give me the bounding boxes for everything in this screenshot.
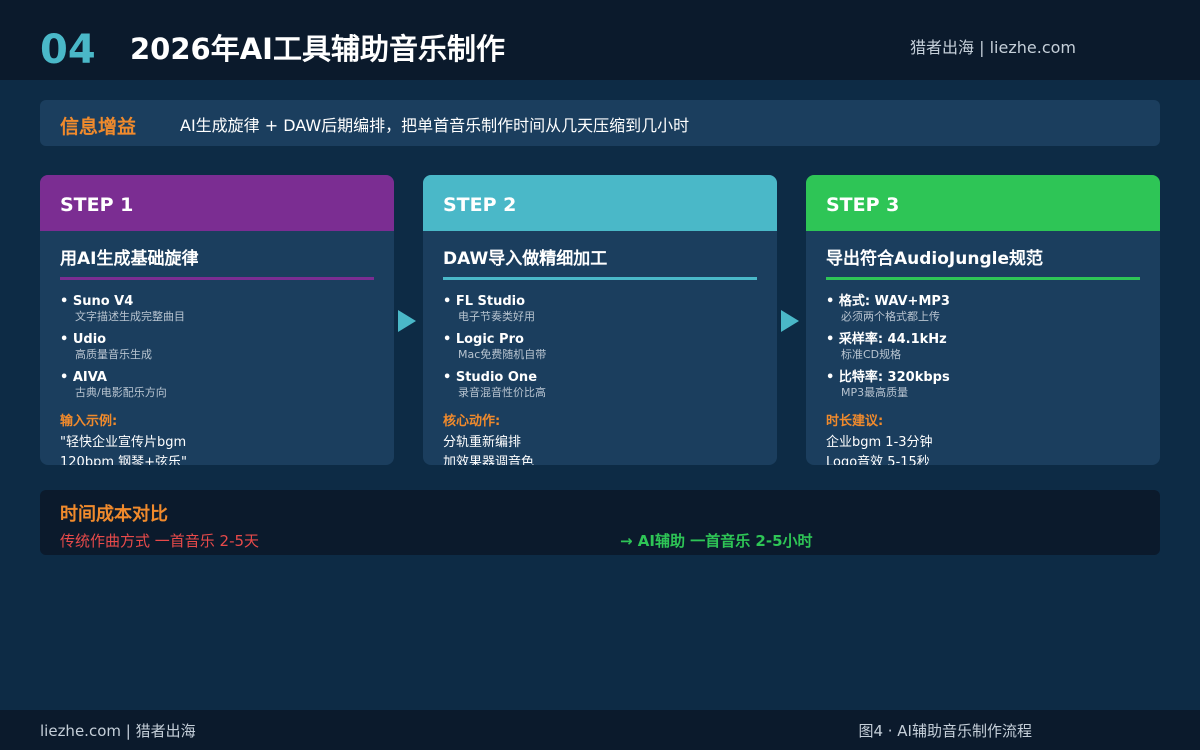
section-note: 分轨重新编排 加效果器调音色 [443, 433, 534, 465]
step-card-2: STEP 2 DAW导入做精细加工 • FL Studio 电子节奏类好用 • … [423, 175, 777, 465]
traditional-cost: 传统作曲方式 一首音乐 2-5天 [60, 532, 260, 550]
tool-name: • Studio One [443, 370, 538, 385]
info-gain-label: 信息增益 [60, 116, 137, 138]
flow-arrow-icon [781, 310, 799, 332]
step-title: DAW导入做精细加工 [443, 249, 608, 269]
step-header: STEP 2 [423, 175, 777, 231]
step-label: STEP 3 [826, 194, 900, 216]
divider [443, 277, 757, 280]
tool-desc: 电子节奏类好用 [458, 310, 535, 323]
section-note: "轻快企业宣传片bgm 120bpm 钢琴+弦乐" [60, 433, 187, 465]
step-title: 用AI生成基础旋律 [60, 249, 199, 269]
tool-desc: 高质量音乐生成 [75, 348, 152, 361]
spec-name: • 采样率: 44.1kHz [826, 332, 947, 347]
tool-desc: Mac免费随机自带 [458, 348, 547, 361]
info-gain-bar: 信息增益 AI生成旋律 + DAW后期编排，把单首音乐制作时间从几天压缩到几小时 [40, 100, 1160, 146]
note-line: 加效果器调音色 [443, 455, 535, 465]
footer-brand: liezhe.com | 猎者出海 [40, 722, 196, 740]
step-label: STEP 2 [443, 194, 517, 216]
tool-desc: 古典/电影配乐方向 [75, 386, 167, 399]
note-line: 120bpm 钢琴+弦乐" [60, 455, 187, 465]
tool-item: • Logic Pro Mac免费随机自带 [443, 331, 546, 362]
footer-bar: liezhe.com | 猎者出海 图4 · AI辅助音乐制作流程 [0, 710, 1200, 750]
section-label: 核心动作: [443, 414, 501, 429]
step-label: STEP 1 [60, 194, 134, 216]
tool-name: • AIVA [60, 370, 107, 385]
note-line: 分轨重新编排 [443, 435, 522, 450]
step-card-3: STEP 3 导出符合AudioJungle规范 • 格式: WAV+MP3 必… [806, 175, 1160, 465]
slide: 04 2026年AI工具辅助音乐制作 猎者出海 | liezhe.com 信息增… [0, 0, 1200, 750]
tool-name: • Udio [60, 332, 107, 347]
header-bar: 04 2026年AI工具辅助音乐制作 猎者出海 | liezhe.com [0, 0, 1200, 80]
divider [60, 277, 374, 280]
spec-item: • 比特率: 320kbps MP3最高质量 [826, 369, 950, 400]
note-line: "轻快企业宣传片bgm [60, 435, 187, 450]
figure-caption: 图4 · AI辅助音乐制作流程 [858, 722, 1032, 740]
page-title: 2026年AI工具辅助音乐制作 [130, 32, 505, 66]
section-number: 04 [40, 27, 96, 73]
spec-name: • 格式: WAV+MP3 [826, 294, 950, 309]
spec-desc: MP3最高质量 [841, 386, 909, 399]
spec-item: • 格式: WAV+MP3 必须两个格式都上传 [826, 293, 950, 324]
section-label: 输入示例: [60, 414, 118, 429]
tool-item: • AIVA 古典/电影配乐方向 [60, 369, 167, 400]
note-line: Logo音效 5-15秒 [826, 455, 930, 465]
spec-desc: 必须两个格式都上传 [841, 310, 940, 323]
tool-item: • Udio 高质量音乐生成 [60, 331, 152, 362]
header-brand: 猎者出海 | liezhe.com [910, 38, 1076, 57]
spec-item: • 采样率: 44.1kHz 标准CD规格 [826, 331, 947, 362]
tool-item: • FL Studio 电子节奏类好用 [443, 293, 535, 324]
step-header: STEP 3 [806, 175, 1160, 231]
flow-arrow-icon [398, 310, 416, 332]
info-gain-text: AI生成旋律 + DAW后期编排，把单首音乐制作时间从几天压缩到几小时 [180, 116, 690, 135]
spec-desc: 标准CD规格 [841, 348, 902, 361]
tool-name: • Suno V4 [60, 294, 134, 309]
tool-name: • Logic Pro [443, 332, 524, 347]
note-line: 企业bgm 1-3分钟 [826, 435, 933, 450]
ai-cost: → AI辅助 一首音乐 2-5小时 [620, 532, 813, 550]
section-note: 企业bgm 1-3分钟 Logo音效 5-15秒 [826, 433, 933, 465]
time-cost-comparison: 时间成本对比 传统作曲方式 一首音乐 2-5天 → AI辅助 一首音乐 2-5小… [40, 490, 1160, 555]
comparison-title: 时间成本对比 [60, 504, 168, 525]
tool-item: • Suno V4 文字描述生成完整曲目 [60, 293, 185, 324]
tool-name: • FL Studio [443, 294, 526, 309]
section-label: 时长建议: [826, 414, 884, 429]
divider [826, 277, 1140, 280]
spec-name: • 比特率: 320kbps [826, 370, 950, 385]
tool-desc: 录音混音性价比高 [458, 386, 546, 399]
step-title: 导出符合AudioJungle规范 [826, 249, 1043, 269]
tool-item: • Studio One 录音混音性价比高 [443, 369, 546, 400]
tool-desc: 文字描述生成完整曲目 [75, 310, 185, 323]
step-card-1: STEP 1 用AI生成基础旋律 • Suno V4 文字描述生成完整曲目 • … [40, 175, 394, 465]
step-header: STEP 1 [40, 175, 394, 231]
